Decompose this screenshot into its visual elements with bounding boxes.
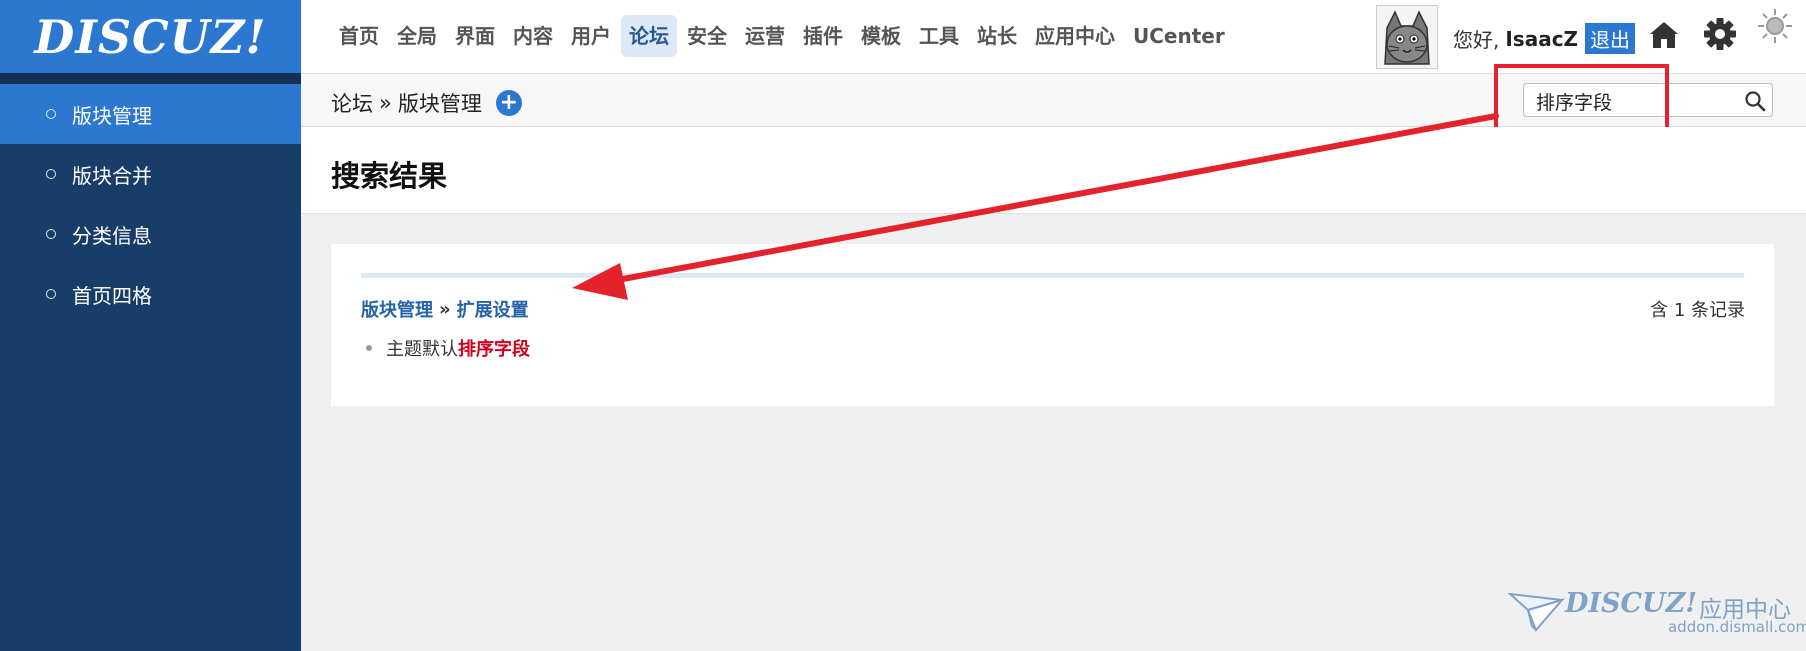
circle-icon [46, 109, 56, 119]
circle-icon [46, 289, 56, 299]
sidebar: DISCUZ! 版块管理 版块合并 分类信息 首页四格 [0, 0, 301, 651]
watermark: DISCUZ! 应用中心 addon.dismall.com [1508, 586, 1806, 646]
nav-users[interactable]: 用户 [563, 15, 619, 57]
nav-forum[interactable]: 论坛 [621, 15, 677, 57]
result-path-separator: » [439, 298, 451, 320]
item-text: 主题默认 [386, 339, 458, 360]
search-icon[interactable] [1744, 90, 1766, 112]
nav-home[interactable]: 首页 [331, 15, 387, 57]
highlight-annotation-box [1494, 64, 1669, 135]
nav-security[interactable]: 安全 [679, 15, 735, 57]
top-navigation-bar: 首页 全局 界面 内容 用户 论坛 安全 运营 插件 模板 工具 站长 应用中心… [301, 0, 1806, 74]
card-divider [361, 273, 1744, 278]
nav-plugins[interactable]: 插件 [795, 15, 851, 57]
breadcrumb-forum[interactable]: 论坛 [331, 88, 373, 118]
item-match-highlight: 排序字段 [458, 339, 530, 360]
nav-webmaster[interactable]: 站长 [969, 15, 1025, 57]
logout-button[interactable]: 退出 [1585, 23, 1636, 54]
nav-interface[interactable]: 界面 [447, 15, 503, 57]
sidebar-item-forum-merge[interactable]: 版块合并 [0, 144, 301, 204]
nav-operations[interactable]: 运营 [737, 15, 793, 57]
nav-global[interactable]: 全局 [389, 15, 445, 57]
title-bar: 搜索结果 [301, 127, 1806, 214]
watermark-brand: DISCUZ! [1565, 588, 1698, 619]
sidebar-item-label: 首页四格 [72, 283, 152, 308]
discuz-logo[interactable]: DISCUZ! [0, 0, 301, 73]
nav-content[interactable]: 内容 [505, 15, 561, 57]
nav-tools[interactable]: 工具 [911, 15, 967, 57]
circle-icon [46, 169, 56, 179]
user-greeting: 您好, IsaacZ 退出 [1453, 23, 1636, 54]
avatar[interactable] [1376, 5, 1438, 69]
nav-ucenter[interactable]: UCenter [1125, 15, 1233, 57]
sidebar-item-home-grid[interactable]: 首页四格 [0, 264, 301, 324]
sidebar-item-label: 版块管理 [72, 103, 152, 128]
result-link-forum-management[interactable]: 版块管理 [361, 296, 433, 322]
greeting-text: 您好, [1453, 28, 1500, 52]
add-button[interactable]: + [495, 90, 522, 116]
breadcrumb: 论坛 » 版块管理 + [331, 88, 522, 118]
sidebar-item-forum-management[interactable]: 版块管理 [0, 84, 301, 144]
nav-app-center[interactable]: 应用中心 [1027, 15, 1123, 57]
breadcrumb-current: 版块管理 [397, 92, 482, 116]
result-count: 含 1 条记录 [1650, 300, 1745, 321]
logo-divider [0, 73, 301, 84]
result-path: 版块管理 » 扩展设置 [361, 296, 529, 322]
main-nav: 首页 全局 界面 内容 用户 论坛 安全 运营 插件 模板 工具 站长 应用中心… [331, 15, 1235, 57]
gear-icon[interactable] [1703, 17, 1737, 51]
username: IsaacZ [1505, 26, 1579, 51]
circle-icon [46, 229, 56, 239]
logo-text: DISCUZ! [34, 9, 267, 64]
watermark-url: addon.dismall.com [1668, 618, 1806, 636]
sidebar-item-category-info[interactable]: 分类信息 [0, 204, 301, 264]
home-icon[interactable] [1647, 18, 1681, 52]
bullet-icon [366, 345, 372, 351]
cat-avatar-icon [1377, 6, 1437, 68]
paper-plane-icon [1508, 592, 1565, 632]
nav-templates[interactable]: 模板 [853, 15, 909, 57]
list-item: 主题默认 排序字段 [366, 335, 530, 361]
search-result-card: 版块管理 » 扩展设置 含 1 条记录 主题默认 排序字段 [331, 244, 1774, 406]
sidebar-item-label: 分类信息 [72, 223, 152, 248]
sun-icon[interactable] [1757, 8, 1793, 44]
page-title: 搜索结果 [331, 159, 448, 193]
breadcrumb-separator: » [379, 91, 392, 115]
sidebar-item-label: 版块合并 [72, 163, 152, 188]
result-link-extended-settings[interactable]: 扩展设置 [457, 296, 529, 322]
